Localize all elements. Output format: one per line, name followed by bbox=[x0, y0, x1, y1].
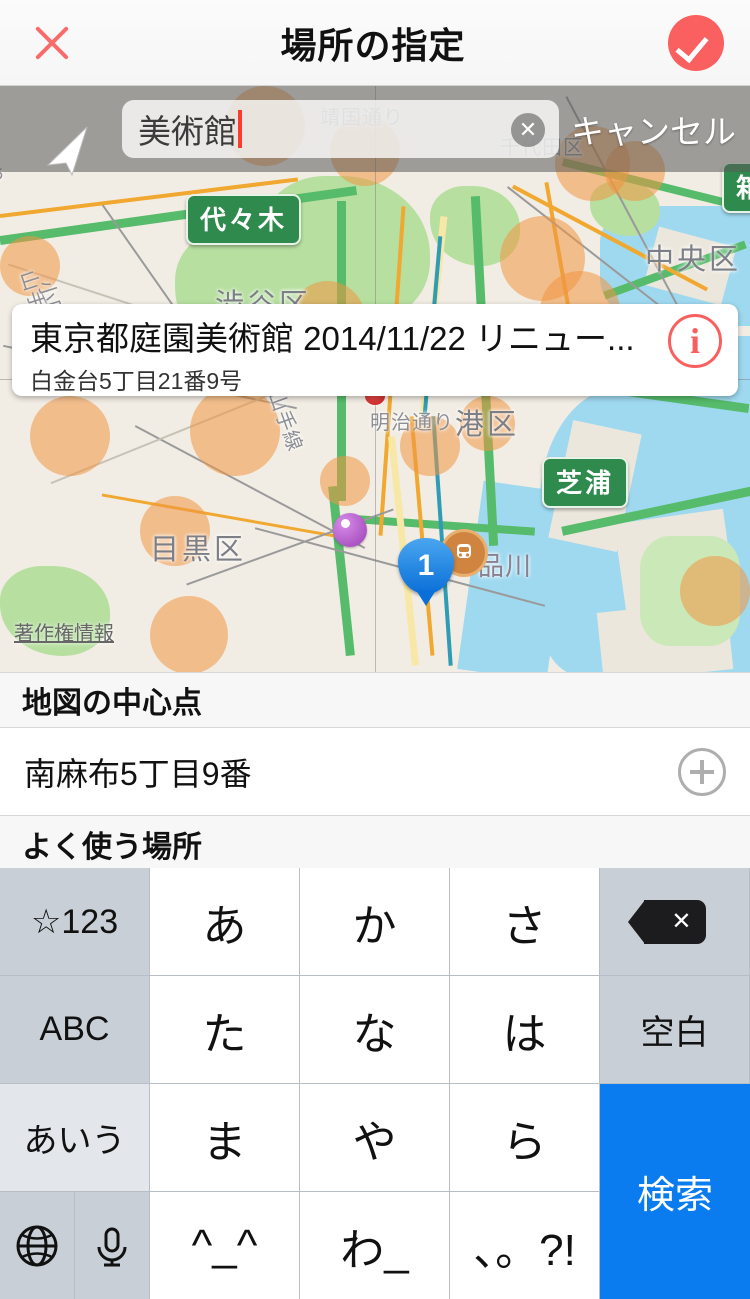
key-ma[interactable]: ま bbox=[150, 1084, 300, 1192]
map-poi bbox=[680, 556, 750, 626]
key-delete[interactable]: ✕ bbox=[600, 868, 750, 976]
map-pin-purple[interactable] bbox=[333, 513, 367, 547]
key-ta[interactable]: た bbox=[150, 976, 300, 1084]
map-view[interactable]: 渋谷区 中央区 港区 目黒区 品川 明治通り 靖国通り 千代田区 山手線 小田原… bbox=[0, 86, 750, 672]
plus-circle-icon[interactable] bbox=[678, 747, 726, 796]
key-space[interactable]: 空白 bbox=[600, 976, 750, 1084]
key-abc[interactable]: ABC bbox=[0, 976, 150, 1084]
close-x-icon[interactable] bbox=[26, 17, 78, 69]
key-mic[interactable] bbox=[75, 1192, 150, 1299]
search-bar: 美術館 ✕ キャンセル bbox=[0, 86, 750, 177]
keyboard-row-1: ☆123 あ か さ ✕ bbox=[0, 868, 750, 976]
map-pin-number: 1 bbox=[417, 549, 435, 582]
map-station-shibaura[interactable]: 芝浦 bbox=[542, 457, 629, 508]
search-input[interactable]: 美術館 ✕ bbox=[122, 100, 559, 158]
map-label-minato: 港区 bbox=[455, 409, 520, 441]
mic-icon bbox=[97, 1227, 127, 1266]
key-search-submit[interactable]: 検索 bbox=[600, 1084, 750, 1299]
key-sa[interactable]: さ bbox=[450, 868, 600, 976]
callout-subtitle: 白金台5丁目21番9号 bbox=[30, 368, 243, 394]
clear-circle-icon[interactable]: ✕ bbox=[511, 113, 545, 147]
list-item-map-center[interactable]: 南麻布5丁目9番 bbox=[0, 728, 750, 816]
key-ya[interactable]: や bbox=[300, 1084, 450, 1192]
map-label-meguro: 目黒区 bbox=[150, 534, 247, 566]
key-ra[interactable]: ら bbox=[450, 1084, 600, 1192]
key-ka[interactable]: か bbox=[300, 868, 450, 976]
cancel-button[interactable]: キャンセル bbox=[571, 105, 736, 153]
map-copyright-link[interactable]: 著作権情報 bbox=[14, 617, 114, 646]
map-callout[interactable]: 東京都庭園美術館 2014/11/22 リニュー... 白金台5丁目21番9号 … bbox=[12, 304, 738, 396]
key-symbols[interactable]: ☆123 bbox=[0, 868, 150, 976]
map-station-yoyogi[interactable]: 代々木 bbox=[186, 194, 302, 245]
map-label-meijidori: 明治通り bbox=[370, 412, 454, 434]
map-poi bbox=[150, 596, 228, 672]
key-ha[interactable]: は bbox=[450, 976, 600, 1084]
section-header-frequent-places: よく使う場所 bbox=[0, 816, 750, 872]
map-poi bbox=[30, 396, 110, 476]
delete-icon: ✕ bbox=[627, 899, 706, 944]
key-globe[interactable] bbox=[0, 1192, 75, 1299]
app-header: 場所の指定 bbox=[0, 0, 750, 86]
callout-title: 東京都庭園美術館 2014/11/22 リニュー... bbox=[30, 320, 635, 357]
map-center-address: 南麻布5丁目9番 bbox=[24, 755, 252, 792]
key-emoticon[interactable]: ^_^ bbox=[150, 1192, 300, 1299]
map-road bbox=[328, 485, 355, 657]
map-poi bbox=[320, 456, 370, 506]
keyboard-row-2: ABC た な は 空白 bbox=[0, 976, 750, 1084]
section-header-map-center: 地図の中心点 bbox=[0, 672, 750, 728]
key-na[interactable]: な bbox=[300, 976, 450, 1084]
key-a[interactable]: あ bbox=[150, 868, 300, 976]
page-title: 場所の指定 bbox=[280, 24, 466, 66]
places-list: 地図の中心点 南麻布5丁目9番 よく使う場所 bbox=[0, 672, 750, 872]
key-wa[interactable]: わ_ bbox=[300, 1192, 450, 1299]
check-circle-icon[interactable] bbox=[667, 14, 724, 71]
location-picker-screen: 場所の指定 中央区 港区 目黒区 品川 明治通り 山手線 山手線 代々木 芝浦 … bbox=[0, 0, 750, 1299]
key-punct[interactable]: 、。?! bbox=[450, 1192, 600, 1299]
text-caret bbox=[238, 110, 242, 148]
key-kana[interactable]: あいう bbox=[0, 1084, 150, 1192]
info-circle-icon[interactable]: i bbox=[668, 314, 722, 368]
map-label-chuo: 中央区 bbox=[645, 244, 742, 276]
search-input-value: 美術館 bbox=[138, 113, 237, 150]
globe-icon bbox=[16, 1225, 58, 1266]
software-keyboard[interactable]: ☆123 あ か さ ✕ ABC た な は 空白 あいう ま や ら ^_^ … bbox=[0, 868, 750, 1299]
